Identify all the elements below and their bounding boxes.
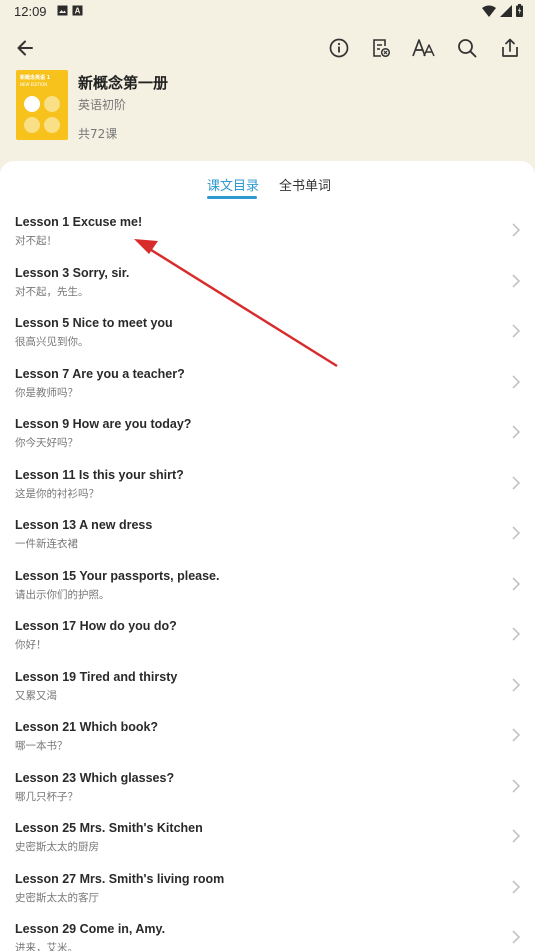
lesson-item[interactable]: Lesson 7 Are you a teacher? 你是教师吗？: [0, 357, 535, 408]
cover-dot: [24, 117, 40, 133]
wifi-icon: [482, 5, 496, 17]
chevron-right-icon: [512, 930, 521, 944]
lesson-item[interactable]: Lesson 29 Come in, Amy. 进来，艾米。: [0, 912, 535, 951]
notes-button[interactable]: [361, 28, 401, 68]
share-button[interactable]: [490, 28, 530, 68]
tab-contents[interactable]: 课文目录: [207, 175, 259, 194]
chevron-right-icon: [512, 728, 521, 742]
search-icon: [458, 39, 477, 58]
lesson-title: Lesson 3 Sorry, sir.: [15, 265, 130, 280]
tab-active-indicator: [207, 196, 257, 199]
info-icon: [329, 38, 349, 58]
chevron-right-icon: [512, 374, 521, 389]
chevron-right-icon: [512, 829, 521, 843]
chevron-right-icon: [512, 273, 521, 288]
lesson-subtitle: 哪一本书？: [15, 740, 68, 752]
cover-title: 新概念英语 1: [20, 75, 51, 81]
cover-dot: [24, 96, 40, 112]
book-level: 英语初阶: [78, 98, 127, 112]
image-icon: [57, 5, 68, 16]
lesson-title: Lesson 11 Is this your shirt?: [15, 467, 184, 482]
lesson-subtitle: 一件新连衣裙: [15, 538, 78, 550]
lesson-item[interactable]: Lesson 17 How do you do? 你好！: [0, 609, 535, 660]
lesson-subtitle: 请出示你们的护照。: [15, 588, 110, 601]
chevron-right-icon: [512, 425, 521, 439]
lesson-subtitle: 进来，艾米。: [15, 942, 78, 951]
tab-vocabulary[interactable]: 全书单词: [279, 175, 331, 194]
chevron-right-icon: [512, 576, 521, 591]
chevron-right-icon: [512, 475, 521, 490]
status-bar: 12:09 A: [0, 0, 535, 24]
lesson-subtitle: 这是你的衬衫吗？: [15, 487, 99, 500]
lesson-title: Lesson 21 Which book?: [15, 720, 159, 734]
chevron-right-icon: [512, 627, 521, 641]
lesson-item[interactable]: Lesson 5 Nice to meet you 很高兴见到你。: [0, 306, 535, 357]
tab-bar: 课文目录 全书单词: [0, 175, 535, 205]
lesson-title: Lesson 1 Excuse me!: [15, 215, 143, 229]
lesson-subtitle: 你好！: [15, 639, 47, 651]
share-icon: [502, 38, 518, 57]
cover-dot: [44, 96, 60, 112]
status-time: 12:09: [14, 4, 47, 19]
search-button[interactable]: [447, 28, 487, 68]
chevron-right-icon: [512, 677, 521, 692]
book-cover: 新概念英语 1 NEW EDITION: [16, 70, 68, 140]
lesson-item[interactable]: Lesson 15 Your passports, please. 请出示你们的护…: [0, 559, 535, 610]
lesson-item[interactable]: Lesson 9 How are you today? 你今天好吗？: [0, 407, 535, 458]
lesson-subtitle: 你是教师吗？: [15, 386, 78, 399]
battery-icon: [516, 4, 523, 17]
info-button[interactable]: [319, 28, 359, 68]
chevron-right-icon: [512, 526, 521, 540]
notes-icon: [373, 39, 391, 58]
lesson-subtitle: 很高兴见到你。: [15, 336, 89, 348]
lesson-subtitle: 哪几只杯子？: [15, 790, 78, 803]
a-box-icon: A: [72, 5, 83, 16]
chevron-right-icon: [512, 778, 521, 793]
cover-dot: [44, 117, 60, 133]
lesson-subtitle: 对不起！: [15, 235, 57, 247]
lesson-subtitle: 史密斯太太的厨房: [15, 841, 99, 853]
back-arrow-icon: [17, 40, 33, 56]
lesson-item[interactable]: Lesson 23 Which glasses? 哪几只杯子？: [0, 761, 535, 812]
lesson-subtitle: 你今天好吗？: [15, 437, 78, 449]
lesson-title: Lesson 29 Come in, Amy.: [15, 922, 166, 936]
content-card: 课文目录 全书单词 Lesson 1 Excuse me! 对不起！ Lesson …: [0, 161, 535, 951]
lesson-item[interactable]: Lesson 13 A new dress 一件新连衣裙: [0, 508, 535, 559]
lesson-item[interactable]: Lesson 3 Sorry, sir. 对不起，先生。: [0, 256, 535, 307]
lesson-title: Lesson 5 Nice to meet you: [15, 316, 173, 330]
lesson-item[interactable]: Lesson 19 Tired and thirsty 又累又渴: [0, 660, 535, 711]
chevron-right-icon: [512, 324, 521, 338]
cover-subtitle: NEW EDITION: [20, 82, 48, 87]
lesson-title: Lesson 27 Mrs. Smith's living room: [15, 871, 225, 886]
lesson-title: Lesson 17 How do you do?: [15, 619, 177, 633]
lesson-item[interactable]: Lesson 11 Is this your shirt? 这是你的衬衫吗？: [0, 458, 535, 509]
lesson-title: Lesson 15 Your passports, please.: [15, 568, 220, 583]
lesson-item[interactable]: Lesson 27 Mrs. Smith's living room 史密斯太太的…: [0, 862, 535, 913]
book-title: 新概念第一册: [78, 74, 169, 92]
font-size-icon: [412, 39, 435, 57]
chevron-right-icon: [512, 223, 521, 237]
chevron-right-icon: [512, 879, 521, 894]
lesson-count: 共72课: [78, 127, 118, 141]
lesson-title: Lesson 23 Which glasses?: [15, 770, 175, 785]
lesson-item[interactable]: Lesson 25 Mrs. Smith's Kitchen 史密斯太太的厨房: [0, 811, 535, 862]
font-size-button[interactable]: [404, 28, 444, 68]
lesson-title: Lesson 13 A new dress: [15, 518, 153, 532]
lesson-subtitle: 史密斯太太的客厅: [15, 891, 99, 904]
lesson-item[interactable]: Lesson 1 Excuse me! 对不起！: [0, 205, 535, 256]
lesson-title: Lesson 19 Tired and thirsty: [15, 669, 178, 684]
svg-text:A: A: [75, 7, 81, 16]
toolbar: [0, 28, 535, 68]
back-button[interactable]: [5, 28, 45, 68]
lesson-subtitle: 又累又渴: [15, 689, 57, 702]
lesson-title: Lesson 25 Mrs. Smith's Kitchen: [15, 821, 203, 835]
lesson-list: Lesson 1 Excuse me! 对不起！ Lesson 3 Sorry, s…: [0, 205, 535, 951]
lesson-title: Lesson 9 How are you today?: [15, 417, 192, 431]
signal-icon: [500, 4, 512, 17]
lesson-title: Lesson 7 Are you a teacher?: [15, 366, 185, 381]
lesson-subtitle: 对不起，先生。: [15, 285, 89, 298]
lesson-item[interactable]: Lesson 21 Which book? 哪一本书？: [0, 710, 535, 761]
